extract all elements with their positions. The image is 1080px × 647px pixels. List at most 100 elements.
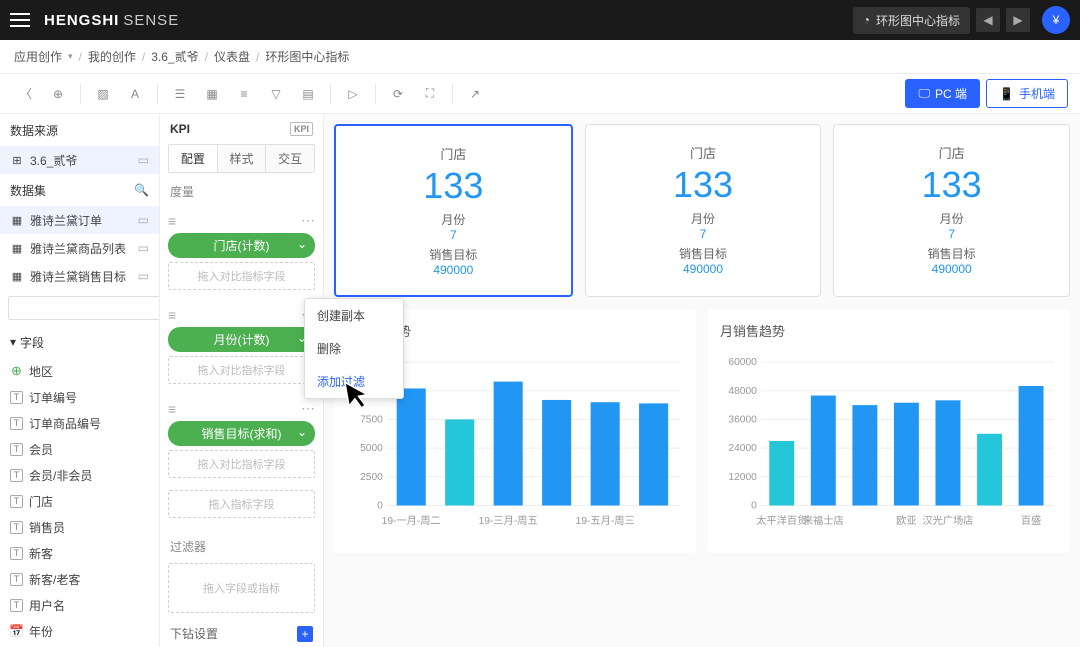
- edit-icon[interactable]: ▭: [138, 153, 149, 167]
- tab-style[interactable]: 样式: [218, 145, 267, 172]
- more-icon[interactable]: ⋯: [301, 400, 315, 417]
- link-icon[interactable]: ▭: [138, 241, 149, 255]
- metric-block: ≡ ⋯ 销售目标(求和)⌄ 拖入对比指标字段: [168, 396, 315, 478]
- image-icon[interactable]: ▨: [89, 80, 117, 108]
- title-indicator[interactable]: ◔ 环形图中心指标: [853, 7, 970, 34]
- menu-icon[interactable]: [10, 13, 30, 27]
- table-icon[interactable]: ▤: [294, 80, 322, 108]
- prev-button[interactable]: ◀: [976, 8, 1000, 32]
- crumb[interactable]: 我的创作: [88, 48, 136, 65]
- field-item[interactable]: T用户名: [0, 592, 159, 618]
- canvas: 门店 133 月份 7 销售目标 490000 门店 133 月份 7 销售目标…: [324, 114, 1080, 647]
- kpi-sub-value: 490000: [346, 263, 561, 277]
- metric-pill[interactable]: 门店(计数)⌄: [168, 233, 315, 258]
- chevron-down-icon[interactable]: ⌄: [297, 425, 307, 439]
- toolbar: 〈 ⊕ ▨ A ☰ ▦ ≡ ▽ ▤ ▷ ⟳ ⛶ ↗ 🖵PC 端 📱手机端: [0, 74, 1080, 114]
- list-icon[interactable]: ≡: [230, 80, 258, 108]
- drag-handle-icon[interactable]: ≡: [168, 213, 177, 229]
- metric-pill[interactable]: 销售目标(求和)⌄: [168, 421, 315, 446]
- component-icon[interactable]: ▦: [198, 80, 226, 108]
- table-icon: ▦: [10, 213, 24, 227]
- kpi-value: 133: [346, 165, 561, 207]
- dataset-item[interactable]: ▦雅诗兰黛订单▭: [0, 206, 159, 234]
- search-icon[interactable]: 🔍: [134, 183, 149, 197]
- zoom-icon[interactable]: ⊕: [44, 80, 72, 108]
- crumb[interactable]: 应用创作: [14, 48, 62, 65]
- config-title: KPI: [170, 122, 190, 136]
- drop-hint[interactable]: 拖入指标字段: [168, 490, 315, 518]
- crumb[interactable]: 3.6_贰爷: [151, 48, 198, 65]
- filter-icon[interactable]: ▽: [262, 80, 290, 108]
- dataset-label: 雅诗兰黛商品列表: [30, 240, 126, 257]
- drill-row[interactable]: 下钻设置 +: [160, 617, 323, 647]
- filter-drop[interactable]: 拖入字段或指标: [168, 563, 315, 613]
- svg-text:欧亚: 欧亚: [896, 515, 916, 527]
- text-icon[interactable]: A: [121, 80, 149, 108]
- tab-config[interactable]: 配置: [169, 145, 218, 172]
- svg-text:36000: 36000: [728, 415, 757, 426]
- link-icon[interactable]: ▭: [138, 213, 149, 227]
- field-item[interactable]: T新客/老客: [0, 566, 159, 592]
- tab-interact[interactable]: 交互: [266, 145, 314, 172]
- dataset-item[interactable]: ▦雅诗兰黛商品列表▭: [0, 234, 159, 262]
- text-type-icon: T: [10, 521, 23, 534]
- more-icon[interactable]: ⋯: [301, 212, 315, 229]
- play-icon[interactable]: ▷: [339, 80, 367, 108]
- align-icon[interactable]: ☰: [166, 80, 194, 108]
- datasets-header: 数据集🔍: [0, 174, 159, 206]
- share-icon[interactable]: ↗: [461, 80, 489, 108]
- kpi-card[interactable]: 门店 133 月份 7 销售目标 490000: [833, 124, 1070, 297]
- kpi-value: 133: [844, 164, 1059, 206]
- drop-hint[interactable]: 拖入对比指标字段: [168, 356, 315, 384]
- mobile-view-button[interactable]: 📱手机端: [986, 79, 1068, 108]
- dataset-item[interactable]: ▦雅诗兰黛销售目标▭: [0, 262, 159, 290]
- avatar[interactable]: ¥: [1042, 6, 1070, 34]
- expand-icon[interactable]: ⛶: [416, 80, 444, 108]
- refresh-icon[interactable]: ⟳: [384, 80, 412, 108]
- svg-text:19-三月-周五: 19-三月-周五: [479, 515, 538, 527]
- drag-handle-icon[interactable]: ≡: [168, 307, 177, 323]
- field-item[interactable]: T会员: [0, 436, 159, 462]
- globe-icon: ⊕: [10, 365, 23, 378]
- chart-card[interactable]: 月销售趋势 01200024000360004800060000太平洋百货来福士…: [708, 309, 1070, 553]
- kpi-card[interactable]: 门店 133 月份 7 销售目标 490000: [334, 124, 573, 297]
- field-label: 会员: [29, 441, 53, 458]
- field-item[interactable]: 📅年份: [0, 618, 159, 644]
- next-button[interactable]: ▶: [1006, 8, 1030, 32]
- chevron-down-icon[interactable]: ⌄: [297, 237, 307, 251]
- config-panel: KPIKPI 配置 样式 交互 度量 ≡⋯ 门店(计数)⌄ 拖入对比指标字段 ≡…: [160, 114, 324, 647]
- add-drill-icon[interactable]: +: [297, 626, 313, 642]
- field-item[interactable]: T销售员: [0, 514, 159, 540]
- link-icon[interactable]: ▭: [138, 269, 149, 283]
- search-input[interactable]: [8, 296, 160, 320]
- text-type-icon: T: [10, 469, 23, 482]
- pc-view-button[interactable]: 🖵PC 端: [905, 79, 980, 108]
- field-label: 新客/老客: [29, 571, 80, 588]
- field-item[interactable]: T订单编号: [0, 384, 159, 410]
- menu-duplicate[interactable]: 创建副本: [305, 299, 403, 332]
- drag-handle-icon[interactable]: ≡: [168, 401, 177, 417]
- svg-text:5000: 5000: [360, 443, 383, 454]
- drop-hint[interactable]: 拖入对比指标字段: [168, 450, 315, 478]
- chevron-down-icon[interactable]: ▾: [68, 51, 73, 62]
- kpi-title: 门店: [844, 143, 1059, 162]
- breadcrumb: 应用创作▾/ 我的创作/ 3.6_贰爷/ 仪表盘/ 环形图中心指标: [0, 40, 1080, 74]
- filter-label: 过滤器: [160, 528, 323, 559]
- field-item[interactable]: T新客: [0, 540, 159, 566]
- metric-pill[interactable]: 月份(计数)⌄: [168, 327, 315, 352]
- crumb[interactable]: 仪表盘: [214, 48, 250, 65]
- field-item[interactable]: ⊕地区: [0, 358, 159, 384]
- data-source-item[interactable]: ⊞ 3.6_贰爷 ▭: [0, 146, 159, 174]
- kpi-card[interactable]: 门店 133 月份 7 销售目标 490000: [585, 124, 822, 297]
- field-label: 门店: [29, 493, 53, 510]
- drop-hint[interactable]: 拖入对比指标字段: [168, 262, 315, 290]
- back-icon[interactable]: 〈: [12, 80, 40, 108]
- kpi-sub-value: 490000: [596, 262, 811, 276]
- svg-text:太平洋百货: 太平洋百货: [756, 514, 807, 527]
- field-item[interactable]: T会员/非会员: [0, 462, 159, 488]
- menu-delete[interactable]: 删除: [305, 332, 403, 365]
- fields-header[interactable]: ▾ 字段: [0, 326, 159, 358]
- field-item[interactable]: T订单商品编号: [0, 410, 159, 436]
- text-type-icon: T: [10, 495, 23, 508]
- field-item[interactable]: T 门店: [0, 488, 159, 514]
